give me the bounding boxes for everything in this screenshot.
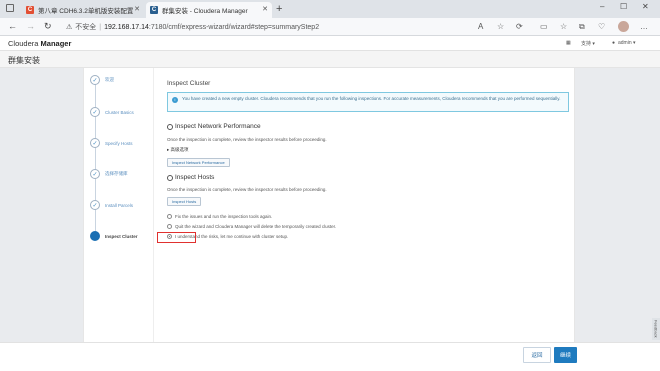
url-separator: | — [99, 23, 102, 31]
cloudera-favicon-icon: C — [26, 6, 34, 14]
wizard-steps: ✓ 欢迎 ✓ Cluster Basics ✓ Specify Hosts ✓ … — [84, 68, 154, 342]
user-icon: ● — [612, 40, 616, 46]
maximize-icon[interactable]: ☐ — [620, 2, 627, 11]
inspect-network-button[interactable]: Inspect Network Performance — [167, 158, 230, 167]
radio-icon — [167, 214, 172, 219]
browser-tab-1[interactable]: C 第八章 CDH6.3.2单机版安装配置 ✕ — [22, 2, 144, 18]
step-cluster-basics[interactable]: ✓ Cluster Basics — [90, 106, 134, 118]
step-label: Cluster Basics — [105, 109, 134, 115]
step-inspect-cluster[interactable]: Inspect Cluster — [90, 230, 138, 242]
extensions-icon[interactable]: ⟳ — [516, 21, 523, 32]
url-field[interactable]: ⚠ 不安全 | 192.168.17.14 :7180/cmf/express-… — [66, 20, 376, 34]
support-menu[interactable]: 支持 ▾ — [581, 40, 595, 47]
grid-icon[interactable]: ▦ — [566, 40, 571, 46]
new-tab-icon[interactable]: + — [276, 3, 282, 15]
brand-prefix: Cloudera — [8, 39, 39, 48]
browser-tab-bar: C 第八章 CDH6.3.2单机版安装配置 ✕ C 群集安装 - Clouder… — [0, 0, 660, 18]
browser-tab-2[interactable]: C 群集安装 - Cloudera Manager ✕ — [146, 2, 272, 18]
radio-icon — [167, 224, 172, 229]
hosts-title-text: Inspect Hosts — [175, 174, 215, 181]
address-bar: ← → ↻ ⚠ 不安全 | 192.168.17.14 :7180/cmf/ex… — [0, 18, 660, 36]
tab-actions-icon[interactable] — [6, 4, 14, 12]
circle-icon — [167, 174, 173, 181]
page-title-bar: 群集安装 — [0, 51, 660, 68]
circle-icon — [167, 123, 173, 130]
continue-button[interactable]: 继续 — [554, 347, 577, 363]
step-label: Specify Hosts — [105, 140, 133, 146]
back-button[interactable]: 返回 — [523, 347, 551, 363]
url-host: 192.168.17.14 — [104, 23, 149, 31]
check-icon: ✓ — [90, 200, 100, 210]
network-section-title: Inspect Network Performance — [167, 123, 261, 130]
app-header: Cloudera Manager ▦ 支持 ▾ ● admin ▾ — [0, 36, 660, 51]
page-title: 群集安装 — [8, 56, 40, 65]
step-label: Install Parcels — [105, 202, 134, 208]
check-icon: ✓ — [90, 138, 100, 148]
step-label: 选择存储库 — [105, 171, 128, 176]
profile-avatar[interactable] — [618, 21, 629, 32]
current-step-icon — [90, 231, 100, 241]
hosts-description: Once the inspection is complete, review … — [167, 187, 327, 192]
check-icon: ✓ — [90, 169, 100, 179]
check-icon: ✓ — [90, 75, 100, 85]
close-tab-icon[interactable]: ✕ — [134, 5, 140, 13]
url-path: :7180/cmf/express-wizard/wizard#step=sum… — [148, 23, 320, 31]
option-label: Quit the wizard and Cloudera Manager wil… — [175, 224, 337, 229]
read-aloud-icon[interactable]: A — [478, 21, 483, 32]
brand-bold: Manager — [40, 39, 72, 48]
close-window-icon[interactable]: ✕ — [642, 2, 649, 11]
reload-icon[interactable]: ↻ — [44, 21, 52, 32]
section-heading: Inspect Cluster — [167, 80, 211, 87]
split-screen-icon[interactable]: ▭ — [540, 21, 548, 32]
check-icon: ✓ — [90, 107, 100, 117]
cloudera-favicon-icon: C — [150, 6, 158, 14]
advanced-options-label: 高级选项 — [170, 147, 189, 152]
wizard-card: ✓ 欢迎 ✓ Cluster Basics ✓ Specify Hosts ✓ … — [83, 68, 575, 342]
network-title-text: Inspect Network Performance — [175, 123, 261, 130]
info-text: You have created a new empty cluster. Cl… — [182, 96, 561, 101]
step-label: 欢迎 — [105, 77, 114, 82]
step-select-repository[interactable]: ✓ 选择存储库 — [90, 168, 128, 180]
brand-logo[interactable]: Cloudera Manager — [8, 39, 71, 48]
step-specify-hosts[interactable]: ✓ Specify Hosts — [90, 137, 133, 149]
option-label: Fix the issues and run the inspection to… — [175, 214, 273, 219]
steps-connector — [95, 80, 96, 238]
option-quit-wizard[interactable]: Quit the wizard and Cloudera Manager wil… — [167, 224, 336, 229]
network-description: Once the inspection is complete, review … — [167, 137, 327, 142]
inspect-cluster-panel: Inspect Cluster i You have created a new… — [167, 68, 569, 342]
step-welcome[interactable]: ✓ 欢迎 — [90, 74, 114, 86]
forward-arrow-icon[interactable]: → — [26, 21, 35, 32]
step-install-parcels[interactable]: ✓ Install Parcels — [90, 199, 133, 211]
info-icon: i — [172, 97, 178, 103]
favorite-icon[interactable]: ☆ — [497, 21, 504, 32]
security-label: 不安全 — [75, 24, 97, 31]
wizard-footer: 返回 继续 — [0, 342, 660, 371]
step-label: Inspect Cluster — [105, 233, 138, 239]
hosts-section-title: Inspect Hosts — [167, 174, 214, 181]
warning-icon: ⚠ — [66, 24, 73, 31]
minimize-icon[interactable]: – — [600, 2, 604, 11]
collections-icon[interactable]: ⧉ — [579, 21, 585, 32]
close-tab-icon[interactable]: ✕ — [262, 5, 268, 13]
info-alert: i You have created a new empty cluster. … — [167, 92, 569, 112]
back-arrow-icon[interactable]: ← — [8, 21, 17, 32]
option-fix-issues[interactable]: Fix the issues and run the inspection to… — [167, 214, 272, 219]
red-annotation-box — [157, 232, 196, 243]
feedback-tab[interactable]: Feedback — [652, 318, 660, 340]
browser-tab-title: 第八章 CDH6.3.2单机版安装配置 — [38, 8, 134, 15]
browser-tab-title: 群集安装 - Cloudera Manager — [162, 8, 248, 15]
more-menu-icon[interactable]: … — [640, 21, 648, 32]
advanced-options-toggle[interactable]: ▸ 高级选项 — [167, 147, 189, 153]
browser-essentials-icon[interactable]: ♡ — [598, 21, 605, 32]
favorites-bar-icon[interactable]: ☆ — [560, 21, 567, 32]
inspect-hosts-button[interactable]: Inspect Hosts — [167, 197, 202, 206]
user-menu[interactable]: admin ▾ — [618, 40, 636, 46]
